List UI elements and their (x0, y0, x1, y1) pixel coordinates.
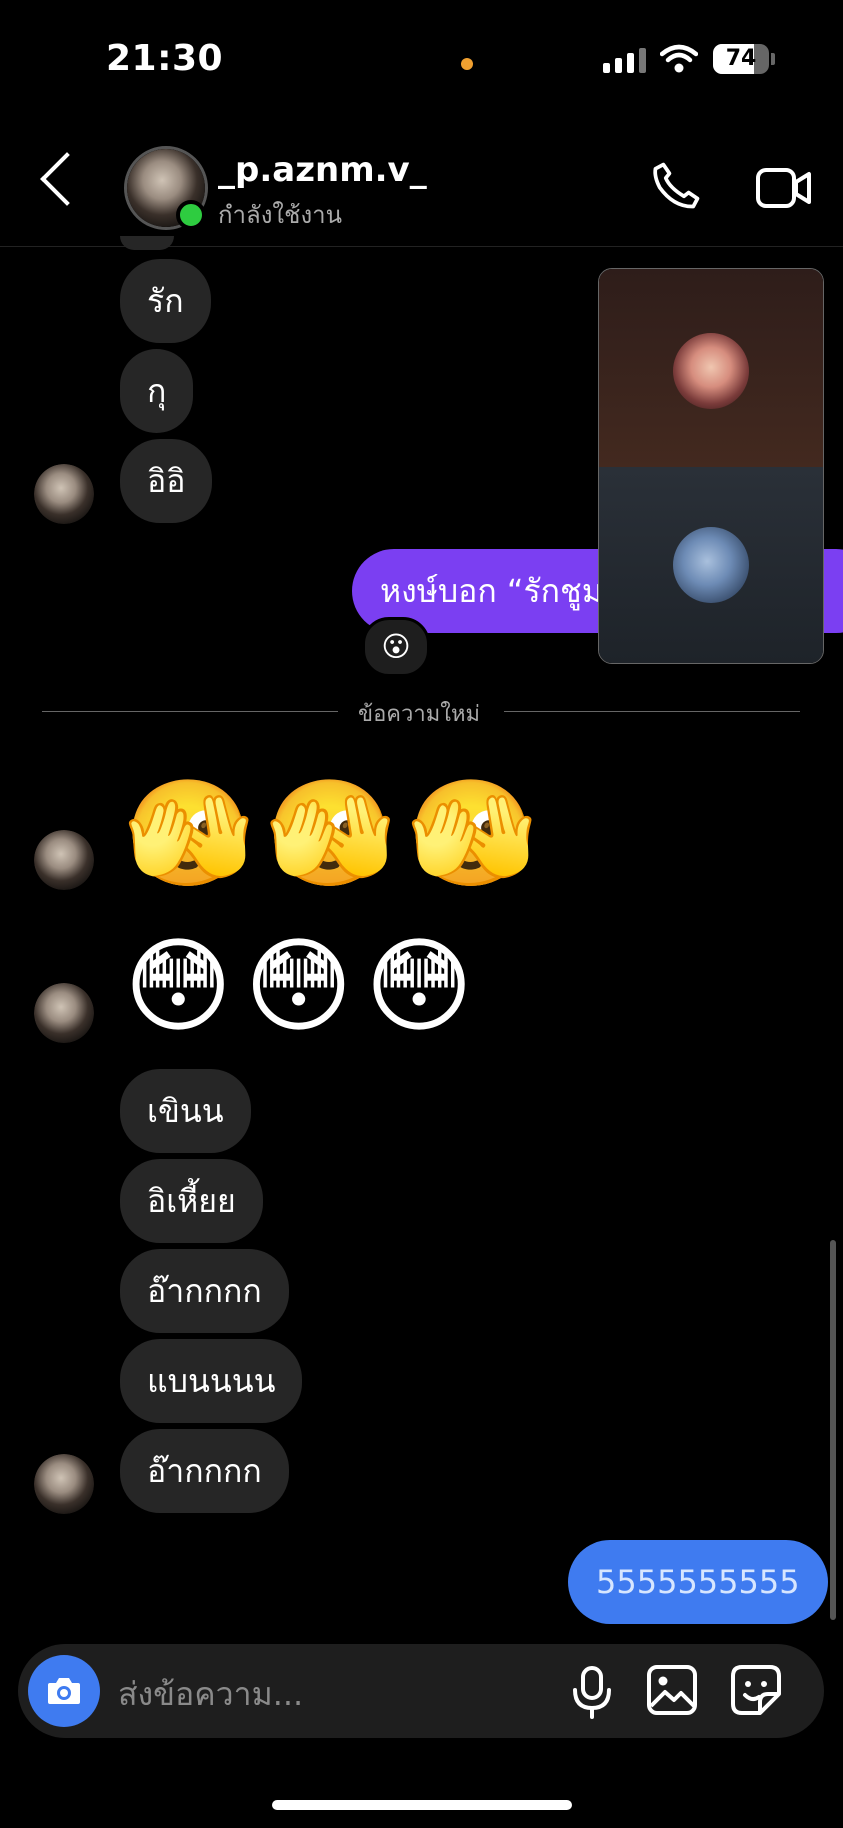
video-call-pip-overlay[interactable] (598, 268, 824, 664)
sender-avatar[interactable] (34, 1454, 94, 1514)
camera-icon (48, 1678, 80, 1704)
received-message-bubble[interactable]: รัก (120, 259, 211, 343)
online-status-dot (176, 200, 206, 230)
emoji-message[interactable]: 🫣🫣🫣 (124, 775, 548, 891)
self-participant-avatar (673, 527, 749, 603)
wifi-icon (659, 44, 699, 78)
received-message-bubble[interactable]: อ๊ากกกก (120, 1249, 289, 1333)
received-message-bubble[interactable]: อิเหี้ยย (120, 1159, 263, 1243)
sender-avatar[interactable] (34, 830, 94, 890)
remote-participant-avatar (673, 333, 749, 409)
video-call-camera-icon[interactable] (756, 166, 812, 214)
recording-indicator-dot (461, 58, 473, 70)
back-chevron-icon[interactable] (40, 152, 94, 206)
battery-cap (771, 53, 775, 65)
audio-call-phone-icon[interactable] (648, 158, 704, 218)
emoji-message[interactable]: 😳😳😳 (124, 928, 485, 1044)
battery-percentage: 74 (725, 46, 757, 71)
pip-remote-tile (599, 269, 823, 467)
sticker-icon[interactable] (730, 1664, 782, 1720)
message-reaction[interactable]: 😮 (362, 617, 430, 677)
partial-bubble-cutoff (120, 236, 174, 250)
battery-icon: 74 (713, 44, 769, 74)
message-input[interactable]: ส่งข้อความ... (118, 1669, 303, 1720)
microphone-icon[interactable] (566, 1664, 618, 1724)
received-message-bubble[interactable]: แบนนนน (120, 1339, 303, 1423)
scrollbar[interactable] (830, 1240, 836, 1620)
home-indicator[interactable] (272, 1800, 572, 1810)
received-message-bubble[interactable]: อิอิ (120, 439, 213, 523)
contact-username[interactable]: _p.aznm.v_ (218, 150, 427, 190)
new-messages-label: ข้อความใหม่ (358, 702, 480, 727)
cellular-signal-icon (603, 48, 646, 73)
camera-button[interactable] (28, 1655, 100, 1727)
new-messages-divider-right (504, 711, 800, 712)
contact-active-status: กำลังใช้งาน (218, 201, 343, 229)
status-time: 21:30 (106, 38, 224, 79)
pip-self-tile (599, 467, 823, 663)
received-message-bubble[interactable]: อ๊ากกกก (120, 1429, 289, 1513)
gallery-image-icon[interactable] (646, 1664, 698, 1720)
sender-avatar[interactable] (34, 983, 94, 1043)
sender-avatar[interactable] (34, 464, 94, 524)
new-messages-divider-left (42, 711, 338, 712)
received-message-bubble[interactable]: กุ (120, 349, 194, 433)
sent-message-bubble[interactable]: 5555555555 (568, 1540, 828, 1624)
received-message-bubble[interactable]: เขินน (120, 1069, 251, 1153)
